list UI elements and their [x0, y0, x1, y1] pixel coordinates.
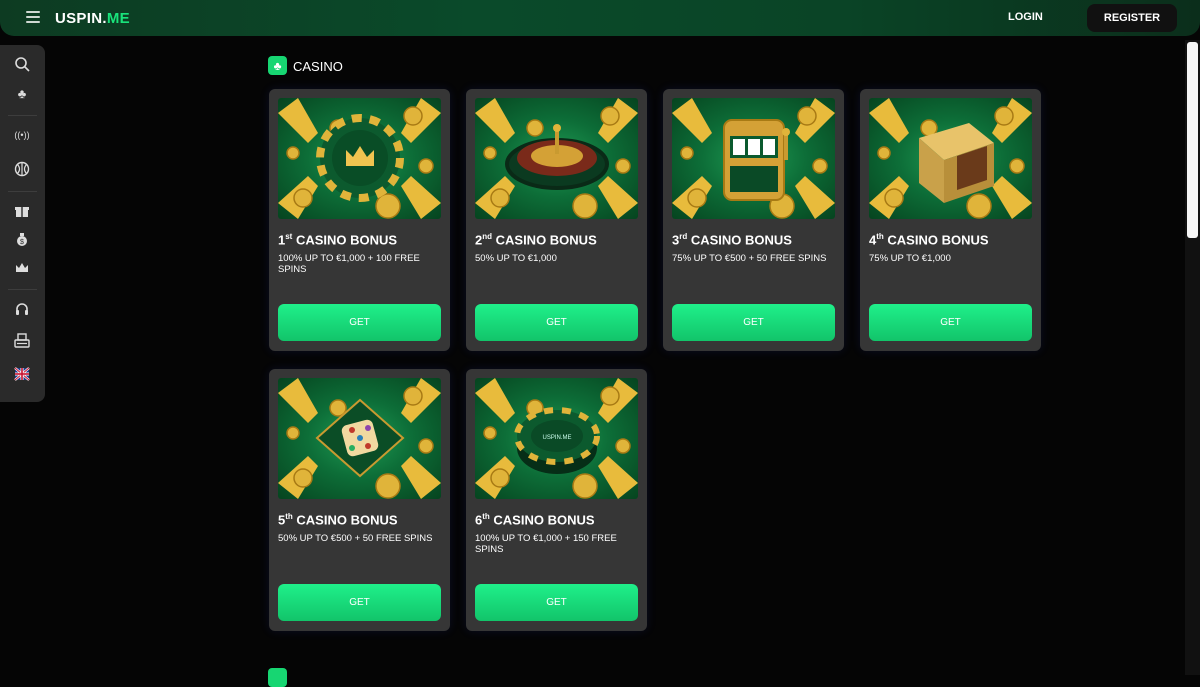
site-logo[interactable]: USPIN.ME — [55, 10, 130, 27]
get-bonus-button[interactable]: GET — [278, 304, 441, 341]
basketball-icon[interactable] — [11, 158, 33, 180]
chip-logo-illustration: USPIN.ME — [475, 378, 638, 499]
hamburger-menu-icon[interactable] — [26, 11, 40, 23]
get-bonus-button[interactable]: GET — [475, 304, 638, 341]
bonus-card-description: 100% UP TO €1,000 + 150 FREE SPINS — [475, 533, 617, 555]
bonus-card: 3rd CASINO BONUS 75% UP TO €500 + 50 FREE… — [663, 89, 844, 351]
chip-crown-illustration — [278, 98, 441, 219]
login-button[interactable]: LOGIN — [1008, 11, 1043, 23]
uk-flag-icon[interactable] — [11, 363, 33, 385]
top-header: USPIN.ME LOGIN REGISTER — [0, 0, 1200, 36]
live-icon[interactable]: ((•)) — [11, 124, 33, 146]
bonus-card-title: 1st CASINO BONUS — [278, 232, 398, 248]
scrollbar-thumb[interactable] — [1187, 42, 1198, 238]
bonus-card-description: 100% UP TO €1,000 + 100 FREE SPINS — [278, 253, 420, 275]
casino-club-icon: ♣ — [268, 56, 287, 75]
dice-illustration — [278, 378, 441, 499]
money-bag-icon[interactable]: $ — [11, 228, 33, 250]
next-section-icon — [268, 668, 287, 687]
get-bonus-button[interactable]: GET — [278, 584, 441, 621]
club-icon[interactable]: ♣ — [11, 82, 33, 104]
bonus-card-title: 4th CASINO BONUS — [869, 232, 989, 248]
bonus-card-description: 50% UP TO €500 + 50 FREE SPINS — [278, 533, 433, 544]
gift-icon[interactable] — [11, 200, 33, 222]
crown-icon[interactable] — [11, 257, 33, 279]
bonus-card-description: 75% UP TO €500 + 50 FREE SPINS — [672, 253, 827, 264]
bonus-card-title: 2nd CASINO BONUS — [475, 232, 597, 248]
svg-text:USPIN.ME: USPIN.ME — [542, 435, 571, 441]
headset-icon[interactable] — [11, 298, 33, 320]
cashier-icon[interactable] — [11, 329, 33, 351]
roulette-illustration — [475, 98, 638, 219]
get-bonus-button[interactable]: GET — [475, 584, 638, 621]
bonus-card-description: 75% UP TO €1,000 — [869, 253, 951, 264]
get-bonus-button[interactable]: GET — [869, 304, 1032, 341]
search-icon[interactable] — [11, 53, 33, 75]
bonus-card: 1st CASINO BONUS 100% UP TO €1,000 + 100 … — [269, 89, 450, 351]
bonus-card: USPIN.ME 6th CASINO BONUS 100% UP TO €1,00… — [466, 369, 647, 631]
bonus-card: 2nd CASINO BONUS 50% UP TO €1,000 GET — [466, 89, 647, 351]
bonus-card: 5th CASINO BONUS 50% UP TO €500 + 50 FREE… — [269, 369, 450, 631]
section-title: CASINO — [293, 59, 343, 74]
bonus-card: 4th CASINO BONUS 75% UP TO €1,000 GET — [860, 89, 1041, 351]
register-button[interactable]: REGISTER — [1087, 4, 1177, 32]
svg-text:$: $ — [20, 239, 24, 246]
bonus-card-title: 6th CASINO BONUS — [475, 512, 595, 528]
sidebar: ♣ ((•)) $ — [0, 45, 45, 402]
bonus-card-title: 5th CASINO BONUS — [278, 512, 398, 528]
bonus-card-title: 3rd CASINO BONUS — [672, 232, 792, 248]
get-bonus-button[interactable]: GET — [672, 304, 835, 341]
bonus-card-description: 50% UP TO €1,000 — [475, 253, 557, 264]
safe-illustration — [869, 98, 1032, 219]
slot-machine-illustration — [672, 98, 835, 219]
